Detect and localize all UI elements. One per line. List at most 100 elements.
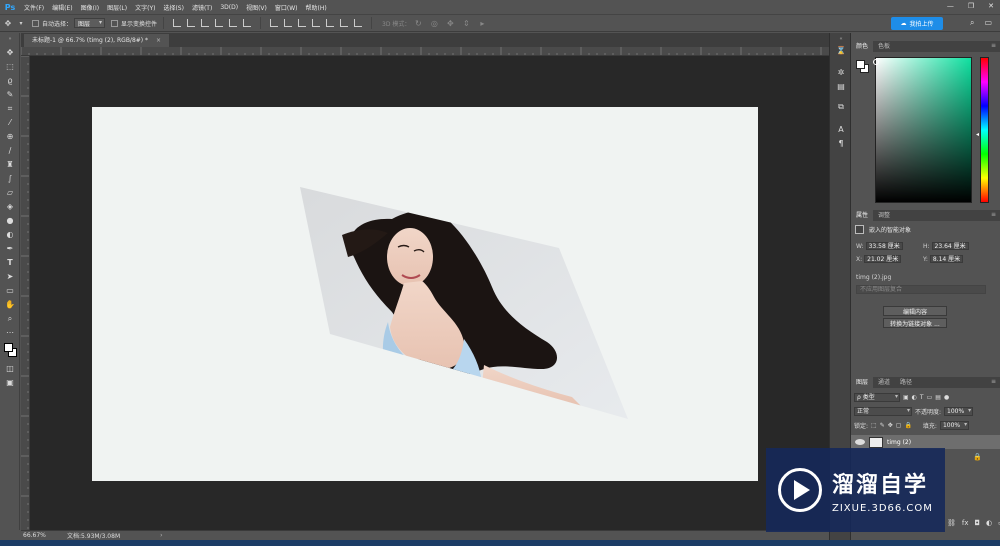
- filter-pixel-icon[interactable]: ▣: [903, 394, 909, 401]
- pen-tool-icon[interactable]: ✒: [4, 243, 16, 254]
- tab-layers[interactable]: 图层: [851, 377, 874, 388]
- color-panel-swatches[interactable]: [856, 60, 870, 74]
- layer-comp-select[interactable]: 不应用图层复合: [856, 285, 986, 294]
- hue-slider-pointer[interactable]: ◂: [976, 131, 979, 138]
- distribute-left-icon[interactable]: [312, 19, 321, 27]
- move-tool-icon[interactable]: ✥: [4, 47, 16, 58]
- workspace-icon[interactable]: ▭: [984, 18, 992, 28]
- 3d-roll-icon[interactable]: ◎: [428, 18, 440, 28]
- align-vcenter-icon[interactable]: [187, 19, 196, 27]
- collapse-toolbar-icon[interactable]: »: [4, 33, 16, 44]
- lock-position-icon[interactable]: ✥: [888, 422, 893, 429]
- zoom-level[interactable]: 66.67%: [21, 532, 61, 539]
- status-menu-arrow[interactable]: ›: [160, 532, 162, 539]
- distribute-vcenter-icon[interactable]: [284, 19, 293, 27]
- tab-channels[interactable]: 通道: [873, 377, 895, 388]
- height-field[interactable]: 23.64 厘米: [931, 242, 969, 250]
- menu-image[interactable]: 图像(I): [77, 3, 103, 12]
- y-field[interactable]: 8.14 厘米: [929, 255, 964, 263]
- document-tab[interactable]: 未标题-1 @ 66.7% (timg (2), RGB/8#) * ×: [24, 34, 170, 47]
- align-right-icon[interactable]: [243, 19, 252, 27]
- minimize-button[interactable]: —: [947, 2, 954, 10]
- 3d-rotate-icon[interactable]: ↻: [412, 18, 424, 28]
- eye-icon[interactable]: [855, 439, 865, 445]
- menu-view[interactable]: 视图(V): [242, 3, 271, 12]
- menu-help[interactable]: 帮助(H): [302, 3, 331, 12]
- menu-filter[interactable]: 滤镜(T): [188, 3, 216, 12]
- restore-button[interactable]: ❐: [968, 2, 974, 10]
- menu-edit[interactable]: 编辑(E): [48, 3, 76, 12]
- menu-select[interactable]: 选择(S): [159, 3, 188, 12]
- menu-window[interactable]: 窗口(W): [271, 3, 302, 12]
- screen-mode-icon[interactable]: ▣: [4, 377, 16, 388]
- more-tools-icon[interactable]: ⋯: [4, 327, 16, 338]
- fill-field[interactable]: 100%: [939, 421, 970, 430]
- 3d-slide-icon[interactable]: ⇕: [460, 18, 472, 28]
- show-transform-checkbox[interactable]: [111, 19, 119, 27]
- history-brush-tool-icon[interactable]: ∫: [4, 173, 16, 184]
- add-mask-icon[interactable]: ◘: [975, 519, 981, 527]
- clone-source-panel-icon[interactable]: ⧉: [835, 101, 847, 112]
- align-left-icon[interactable]: [215, 19, 224, 27]
- menu-file[interactable]: 文件(F): [20, 3, 48, 12]
- width-field[interactable]: 33.58 厘米: [865, 242, 903, 250]
- close-window-button[interactable]: ✕: [988, 2, 994, 10]
- rectangle-tool-icon[interactable]: ▭: [4, 285, 16, 296]
- auto-select-checkbox[interactable]: [32, 19, 39, 27]
- tab-paths[interactable]: 路径: [895, 377, 917, 388]
- gradient-tool-icon[interactable]: ◈: [4, 201, 16, 212]
- panel-menu-icon[interactable]: ≡: [991, 42, 996, 49]
- tab-adjustments[interactable]: 调整: [873, 210, 895, 221]
- tab-swatches[interactable]: 色板: [873, 41, 895, 52]
- distribute-bottom-icon[interactable]: [298, 19, 307, 27]
- foreground-swatch[interactable]: [856, 60, 865, 69]
- canvas-workspace[interactable]: [30, 56, 829, 530]
- auto-align-icon[interactable]: [354, 19, 363, 27]
- character-panel-icon[interactable]: A: [835, 124, 847, 135]
- blend-mode-select[interactable]: 正常: [854, 407, 912, 416]
- adjustments-panel-icon[interactable]: ✲: [835, 67, 847, 78]
- fx-icon[interactable]: fx: [962, 519, 969, 527]
- distribute-right-icon[interactable]: [340, 19, 349, 27]
- marquee-tool-icon[interactable]: ⬚: [4, 61, 16, 72]
- quick-mask-icon[interactable]: ◫: [4, 363, 16, 374]
- path-selection-tool-icon[interactable]: ➤: [4, 271, 16, 282]
- blur-tool-icon[interactable]: ●: [4, 215, 16, 226]
- menu-3d[interactable]: 3D(D): [216, 4, 242, 11]
- convert-to-linked-button[interactable]: 转换为链接对象 ...: [883, 318, 947, 328]
- lock-all-icon[interactable]: 🔒: [904, 422, 911, 429]
- eraser-tool-icon[interactable]: ▱: [4, 187, 16, 198]
- 3d-scale-icon[interactable]: ▸: [476, 18, 488, 28]
- new-adjustment-icon[interactable]: ◐: [986, 519, 992, 527]
- paragraph-panel-icon[interactable]: ¶: [835, 138, 847, 149]
- move-tool-preset-icon[interactable]: ✥: [2, 18, 14, 28]
- tab-properties[interactable]: 属性: [851, 210, 874, 221]
- link-layers-icon[interactable]: ⛓: [947, 519, 956, 527]
- zoom-tool-icon[interactable]: ⌕: [4, 313, 16, 324]
- clone-stamp-tool-icon[interactable]: ♜: [4, 159, 16, 170]
- menu-layer[interactable]: 图层(L): [103, 3, 131, 12]
- lock-pixels-icon[interactable]: ✎: [880, 422, 885, 429]
- filter-type-icon[interactable]: T: [920, 394, 924, 401]
- close-tab-icon[interactable]: ×: [156, 37, 161, 44]
- align-top-icon[interactable]: [173, 19, 182, 27]
- color-picker-field[interactable]: [873, 57, 972, 203]
- x-field[interactable]: 21.02 厘米: [864, 255, 902, 263]
- lock-artboard-icon[interactable]: ▢: [896, 422, 902, 429]
- tab-color[interactable]: 颜色: [851, 41, 874, 52]
- lasso-tool-icon[interactable]: ϱ: [4, 75, 16, 86]
- panel-menu-icon[interactable]: ≡: [991, 378, 996, 385]
- opacity-field[interactable]: 100%: [944, 407, 974, 416]
- quick-selection-tool-icon[interactable]: ✎: [4, 89, 16, 100]
- placed-smart-object-image[interactable]: [92, 107, 758, 481]
- filter-adjustment-icon[interactable]: ◐: [912, 394, 917, 401]
- brush-tool-icon[interactable]: ∕: [4, 145, 16, 156]
- hue-slider[interactable]: [980, 57, 989, 203]
- chevron-down-icon[interactable]: ▾: [18, 18, 24, 28]
- eyedropper-tool-icon[interactable]: ⁄: [4, 117, 16, 128]
- layer-row-timg[interactable]: timg (2): [851, 435, 1000, 449]
- foreground-background-swatch[interactable]: [4, 339, 17, 359]
- filter-toggle-icon[interactable]: ●: [944, 394, 949, 401]
- filter-smart-icon[interactable]: ▤: [935, 394, 941, 401]
- align-bottom-icon[interactable]: [201, 19, 210, 27]
